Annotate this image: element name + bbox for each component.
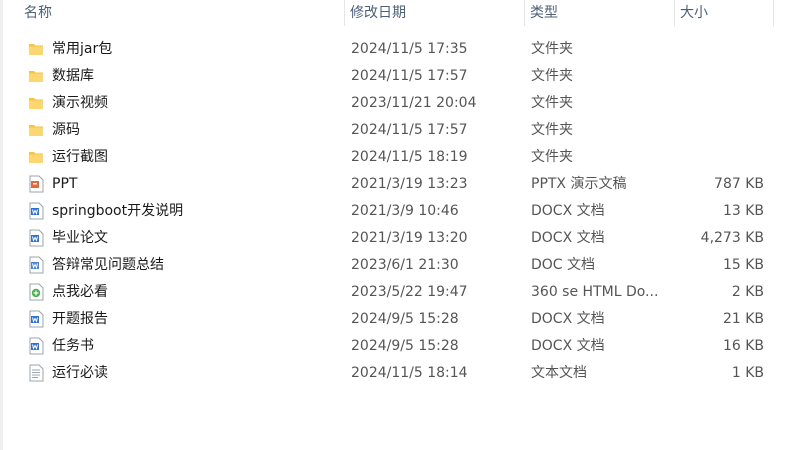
folder-icon <box>28 121 44 139</box>
file-type: PPTX 演示文稿 <box>531 176 627 192</box>
file-name: 毕业论文 <box>52 230 108 246</box>
file-row[interactable]: 演示视频 2023/11/21 20:04 文件夹 <box>20 90 780 117</box>
column-header-date[interactable]: 修改日期 <box>344 0 524 26</box>
file-size: 16 KB <box>722 338 764 354</box>
file-date: 2021/3/9 10:46 <box>351 203 459 219</box>
file-date: 2024/11/5 17:35 <box>351 41 468 57</box>
doc-icon <box>28 256 44 274</box>
file-type: 文本文档 <box>531 365 587 381</box>
file-type: DOCX 文档 <box>531 203 605 219</box>
docx-icon <box>28 310 44 328</box>
file-type: DOC 文档 <box>531 257 596 273</box>
file-name: springboot开发说明 <box>52 203 184 219</box>
file-row[interactable]: 源码 2024/11/5 17:57 文件夹 <box>20 117 780 144</box>
file-type: DOCX 文档 <box>531 338 605 354</box>
file-row[interactable]: 任务书 2024/9/5 15:28 DOCX 文档 16 KB <box>20 333 780 360</box>
file-name: 任务书 <box>52 338 94 354</box>
column-header-size[interactable]: 大小 <box>674 0 773 26</box>
docx-icon <box>28 337 44 355</box>
column-header-name[interactable]: 名称 <box>18 0 344 26</box>
file-date: 2021/3/19 13:20 <box>351 230 468 246</box>
file-size: 13 KB <box>722 203 764 219</box>
file-name: 运行截图 <box>52 149 108 165</box>
file-row[interactable]: springboot开发说明 2021/3/9 10:46 DOCX 文档 13 KB <box>20 198 780 225</box>
file-row[interactable]: 数据库 2024/11/5 17:57 文件夹 <box>20 63 780 90</box>
file-name: 答辩常见问题总结 <box>52 257 164 273</box>
file-date: 2024/11/5 17:57 <box>351 122 468 138</box>
txt-icon <box>28 364 44 382</box>
file-date: 2024/11/5 18:19 <box>351 149 468 165</box>
file-date: 2024/11/5 17:57 <box>351 68 468 84</box>
file-row[interactable]: 毕业论文 2021/3/19 13:20 DOCX 文档 4,273 KB <box>20 225 780 252</box>
file-size: 2 KB <box>731 284 764 300</box>
file-type: 360 se HTML Do... <box>531 284 659 300</box>
file-date: 2021/3/19 13:23 <box>351 176 468 192</box>
file-size: 4,273 KB <box>700 230 764 246</box>
file-type: DOCX 文档 <box>531 230 605 246</box>
file-row[interactable]: 常用jar包 2024/11/5 17:35 文件夹 <box>20 36 780 63</box>
file-name: PPT <box>52 176 78 192</box>
docx-icon <box>28 202 44 220</box>
file-type: 文件夹 <box>531 68 573 84</box>
file-date: 2023/5/22 19:47 <box>351 284 468 300</box>
file-date: 2023/6/1 21:30 <box>351 257 459 273</box>
folder-icon <box>28 94 44 112</box>
file-date: 2023/11/21 20:04 <box>351 95 477 111</box>
file-date: 2024/9/5 15:28 <box>351 338 459 354</box>
file-name: 常用jar包 <box>52 41 113 57</box>
file-row[interactable]: 运行截图 2024/11/5 18:19 文件夹 <box>20 144 780 171</box>
file-name: 数据库 <box>52 68 94 84</box>
pptx-icon <box>28 175 44 193</box>
file-size: 1 KB <box>731 365 764 381</box>
file-size: 787 KB <box>714 176 764 192</box>
file-name: 点我必看 <box>52 284 108 300</box>
file-name: 源码 <box>52 122 80 138</box>
html-icon <box>28 283 44 301</box>
folder-icon <box>28 40 44 58</box>
file-row[interactable]: 点我必看 2023/5/22 19:47 360 se HTML Do... 2 KB <box>20 279 780 306</box>
file-name: 运行必读 <box>52 365 108 381</box>
folder-icon <box>28 148 44 166</box>
file-row[interactable]: 运行必读 2024/11/5 18:14 文本文档 1 KB <box>20 360 780 387</box>
file-name: 演示视频 <box>52 95 108 111</box>
file-type: 文件夹 <box>531 41 573 57</box>
file-type: DOCX 文档 <box>531 311 605 327</box>
file-size: 15 KB <box>722 257 764 273</box>
window-edge <box>0 0 3 450</box>
file-type: 文件夹 <box>531 95 573 111</box>
column-divider[interactable] <box>773 0 774 26</box>
file-size: 21 KB <box>722 311 764 327</box>
file-type: 文件夹 <box>531 122 573 138</box>
folder-icon <box>28 67 44 85</box>
docx-icon <box>28 229 44 247</box>
file-name: 开题报告 <box>52 311 108 327</box>
file-type: 文件夹 <box>531 149 573 165</box>
column-header-type[interactable]: 类型 <box>524 0 674 26</box>
column-header-bar: ^ 名称 修改日期 类型 大小 <box>0 0 803 28</box>
file-date: 2024/11/5 18:14 <box>351 365 468 381</box>
file-row[interactable]: 开题报告 2024/9/5 15:28 DOCX 文档 21 KB <box>20 306 780 333</box>
file-date: 2024/9/5 15:28 <box>351 311 459 327</box>
file-row[interactable]: PPT 2021/3/19 13:23 PPTX 演示文稿 787 KB <box>20 171 780 198</box>
file-row[interactable]: 答辩常见问题总结 2023/6/1 21:30 DOC 文档 15 KB <box>20 252 780 279</box>
